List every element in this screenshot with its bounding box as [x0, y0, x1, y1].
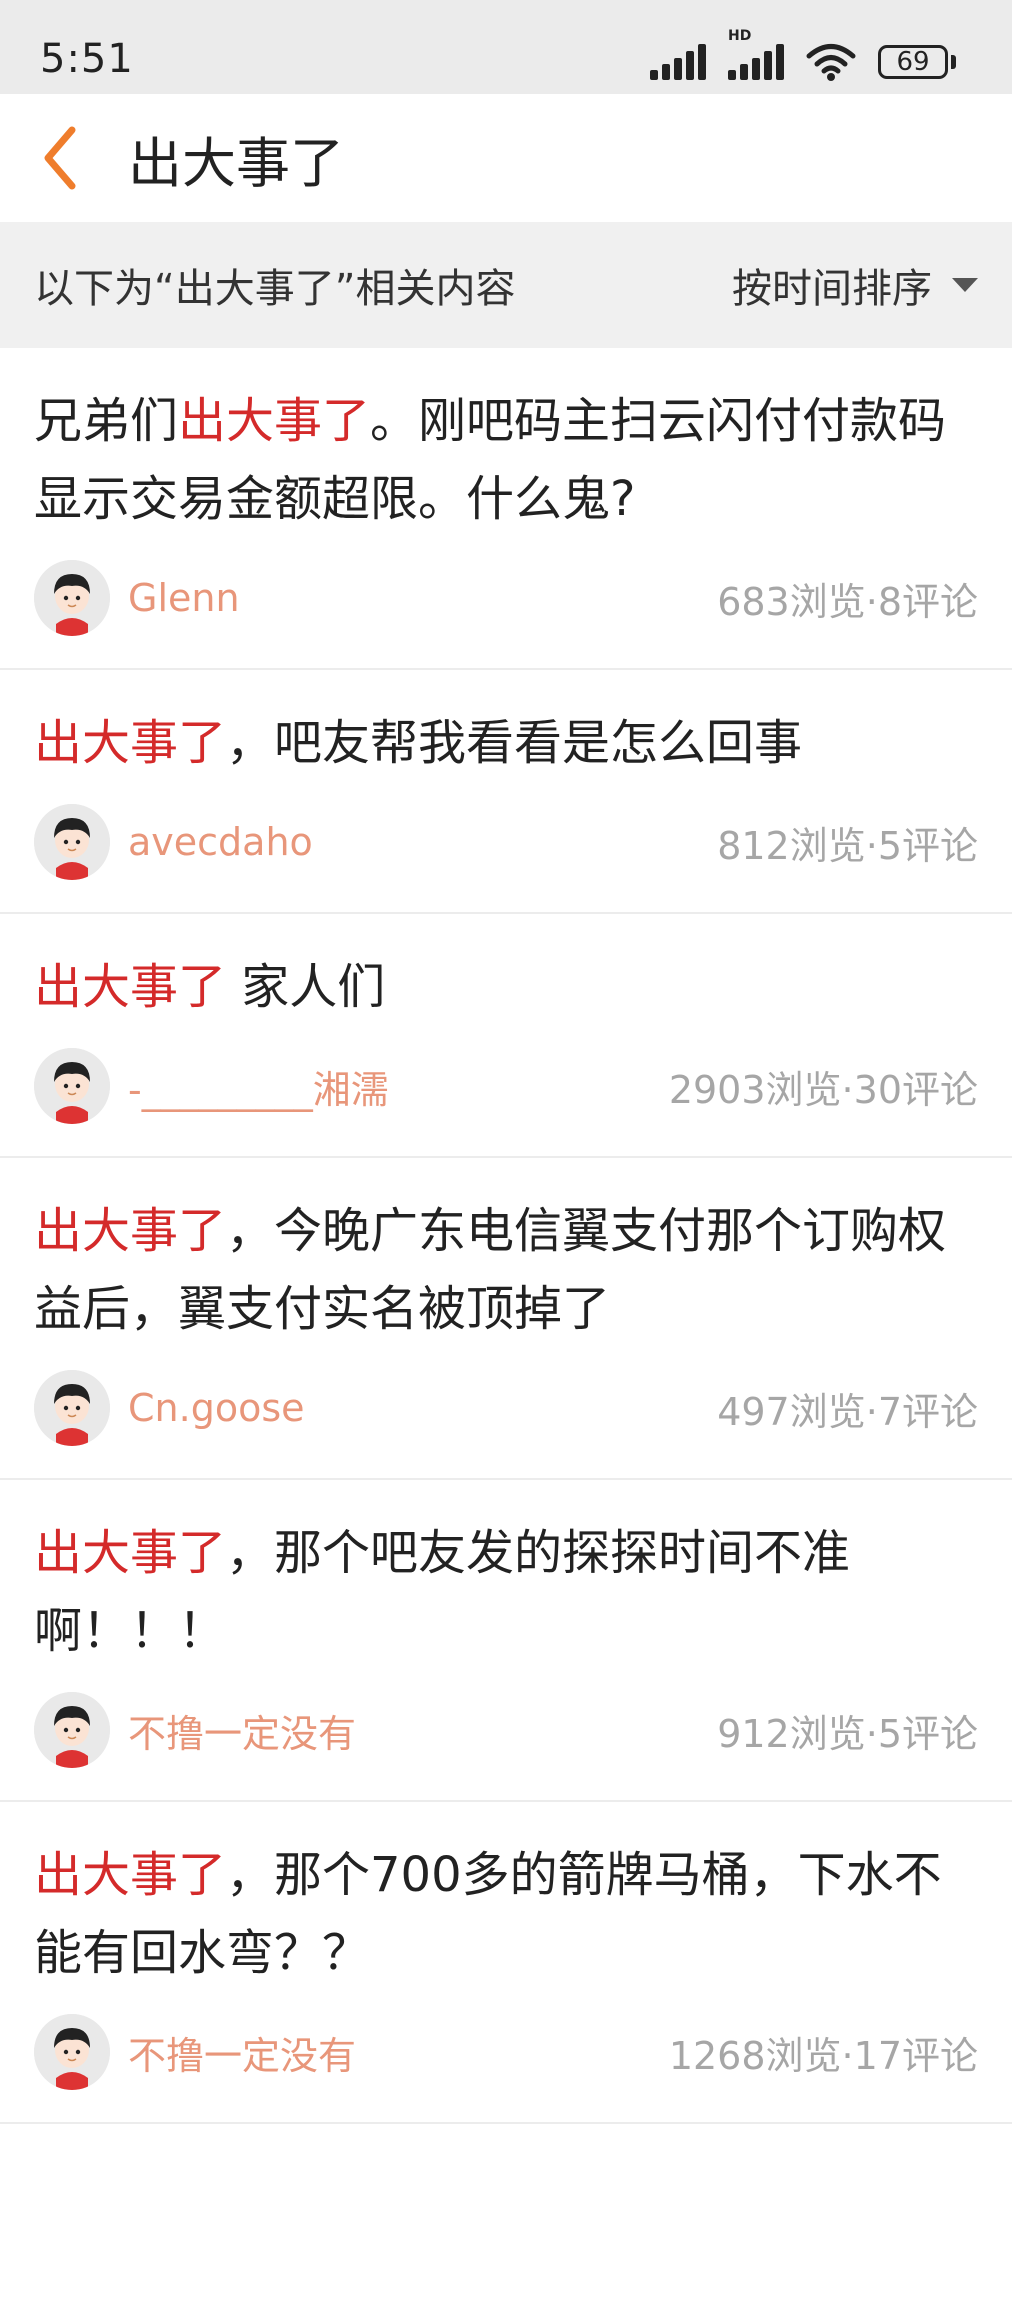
hd-signal-icon: HD — [728, 28, 784, 80]
comment-count: 7评论 — [877, 1389, 978, 1434]
post-meta: avecdaho 812浏览·5评论 — [34, 802, 978, 882]
post-item[interactable]: 出大事了，那个吧友发的探探时间不准啊！！！ 不撸一定没有 912浏览·5评论 — [0, 1480, 1012, 1802]
avatar[interactable] — [34, 1370, 110, 1446]
stats-separator: · — [865, 579, 878, 624]
post-author[interactable]: Cn.goose — [34, 1370, 305, 1446]
author-name[interactable]: avecdaho — [128, 820, 313, 864]
view-count: 912浏览 — [717, 1711, 866, 1756]
post-author[interactable]: avecdaho — [34, 804, 313, 880]
stats-separator: · — [841, 1067, 854, 1112]
avatar[interactable] — [34, 560, 110, 636]
post-author[interactable]: 不撸一定没有 — [34, 2014, 356, 2090]
post-stats: 683浏览·8评论 — [717, 571, 978, 626]
avatar-icon — [34, 2014, 110, 2090]
avatar-icon — [34, 1370, 110, 1446]
post-meta: 不撸一定没有 912浏览·5评论 — [34, 1690, 978, 1770]
wifi-icon — [806, 44, 856, 81]
stats-separator: · — [865, 1389, 878, 1434]
view-count: 683浏览 — [717, 579, 866, 624]
post-title[interactable]: 出大事了，今晚广东电信翼支付那个订购权益后，翼支付实名被顶掉了 — [34, 1158, 978, 1348]
post-item[interactable]: 兄弟们出大事了。刚吧码主扫云闪付付款码 显示交易金额超限。什么鬼? Glenn 6… — [0, 348, 1012, 670]
view-count: 1268浏览 — [668, 2033, 842, 2078]
filter-label: 以下为“出大事了”相关内容 — [34, 266, 516, 312]
avatar-icon — [34, 804, 110, 880]
post-item[interactable]: 出大事了，那个700多的箭牌马桶，下水不能有回水弯？？ 不撸一定没有 1268浏览… — [0, 1802, 1012, 2124]
battery-level: 69 — [878, 45, 948, 79]
author-name[interactable]: 不撸一定没有 — [128, 1703, 356, 1758]
post-title[interactable]: 出大事了，那个吧友发的探探时间不准啊！！！ — [34, 1480, 978, 1670]
post-title-keyword: 出大事了 — [34, 959, 227, 1015]
post-stats: 497浏览·7评论 — [717, 1381, 978, 1436]
avatar-icon — [34, 560, 110, 636]
author-name[interactable]: -_________湘濡 — [128, 1059, 389, 1114]
post-stats: 812浏览·5评论 — [717, 815, 978, 870]
post-title[interactable]: 出大事了，那个700多的箭牌马桶，下水不能有回水弯？？ — [34, 1802, 978, 1992]
signal-icon — [650, 44, 706, 80]
post-title-keyword: 出大事了 — [34, 1203, 227, 1259]
post-list: 兄弟们出大事了。刚吧码主扫云闪付付款码 显示交易金额超限。什么鬼? Glenn 6… — [0, 348, 1012, 2124]
view-count: 497浏览 — [717, 1389, 866, 1434]
avatar[interactable] — [34, 2014, 110, 2090]
nav-bar: 出大事了 — [0, 94, 1012, 222]
comment-count: 5评论 — [877, 823, 978, 868]
status-bar: 5:51 HD 69 — [0, 0, 1012, 94]
post-meta: -_________湘濡 2903浏览·30评论 — [34, 1046, 978, 1126]
post-title-keyword: 出大事了 — [34, 1525, 227, 1581]
stats-separator: · — [865, 823, 878, 868]
post-author[interactable]: 不撸一定没有 — [34, 1692, 356, 1768]
comment-count: 8评论 — [877, 579, 978, 624]
post-title[interactable]: 出大事了 家人们 — [34, 914, 978, 1026]
post-title[interactable]: 出大事了，吧友帮我看看是怎么回事 — [34, 670, 978, 782]
post-author[interactable]: Glenn — [34, 560, 240, 636]
status-icons: HD 69 — [650, 28, 956, 84]
post-meta: 不撸一定没有 1268浏览·17评论 — [34, 2012, 978, 2092]
post-author[interactable]: -_________湘濡 — [34, 1048, 389, 1124]
post-item[interactable]: 出大事了，吧友帮我看看是怎么回事 avecdaho 812浏览·5评论 — [0, 670, 1012, 914]
back-button[interactable] — [0, 94, 120, 222]
sort-label: 按时间排序 — [732, 266, 932, 312]
post-title-keyword: 出大事了 — [178, 393, 371, 449]
avatar-icon — [34, 1692, 110, 1768]
avatar[interactable] — [34, 804, 110, 880]
filter-bar: 以下为“出大事了”相关内容 按时间排序 — [0, 222, 1012, 348]
chevron-left-icon — [44, 126, 76, 190]
caret-down-icon — [952, 278, 978, 292]
page-title: 出大事了 — [128, 131, 344, 195]
post-title-keyword: 出大事了 — [34, 715, 227, 771]
author-name[interactable]: Glenn — [128, 576, 240, 620]
author-name[interactable]: Cn.goose — [128, 1386, 305, 1430]
sort-button[interactable]: 按时间排序 — [732, 256, 980, 314]
comment-count: 5评论 — [877, 1711, 978, 1756]
author-name[interactable]: 不撸一定没有 — [128, 2025, 356, 2080]
status-time: 5:51 — [40, 36, 134, 82]
post-item[interactable]: 出大事了 家人们 -_________湘濡 2903浏览·30评论 — [0, 914, 1012, 1158]
comment-count: 17评论 — [853, 2033, 978, 2078]
avatar-icon — [34, 1048, 110, 1124]
post-title-prefix: 兄弟们 — [34, 393, 179, 449]
battery-icon: 69 — [878, 45, 956, 79]
post-meta: Glenn 683浏览·8评论 — [34, 558, 978, 638]
view-count: 2903浏览 — [668, 1067, 842, 1112]
avatar[interactable] — [34, 1048, 110, 1124]
post-title[interactable]: 兄弟们出大事了。刚吧码主扫云闪付付款码 显示交易金额超限。什么鬼? — [34, 348, 978, 538]
avatar[interactable] — [34, 1692, 110, 1768]
stats-separator: · — [841, 2033, 854, 2078]
post-stats: 1268浏览·17评论 — [669, 2025, 978, 2080]
comment-count: 30评论 — [853, 1067, 978, 1112]
post-title-suffix: ，吧友帮我看看是怎么回事 — [226, 715, 803, 771]
post-title-suffix: 家人们 — [226, 959, 386, 1015]
post-stats: 2903浏览·30评论 — [669, 1059, 978, 1114]
post-meta: Cn.goose 497浏览·7评论 — [34, 1368, 978, 1448]
stats-separator: · — [865, 1711, 878, 1756]
view-count: 812浏览 — [717, 823, 866, 868]
post-title-keyword: 出大事了 — [34, 1847, 227, 1903]
post-stats: 912浏览·5评论 — [717, 1703, 978, 1758]
post-item[interactable]: 出大事了，今晚广东电信翼支付那个订购权益后，翼支付实名被顶掉了 Cn.goose… — [0, 1158, 1012, 1480]
